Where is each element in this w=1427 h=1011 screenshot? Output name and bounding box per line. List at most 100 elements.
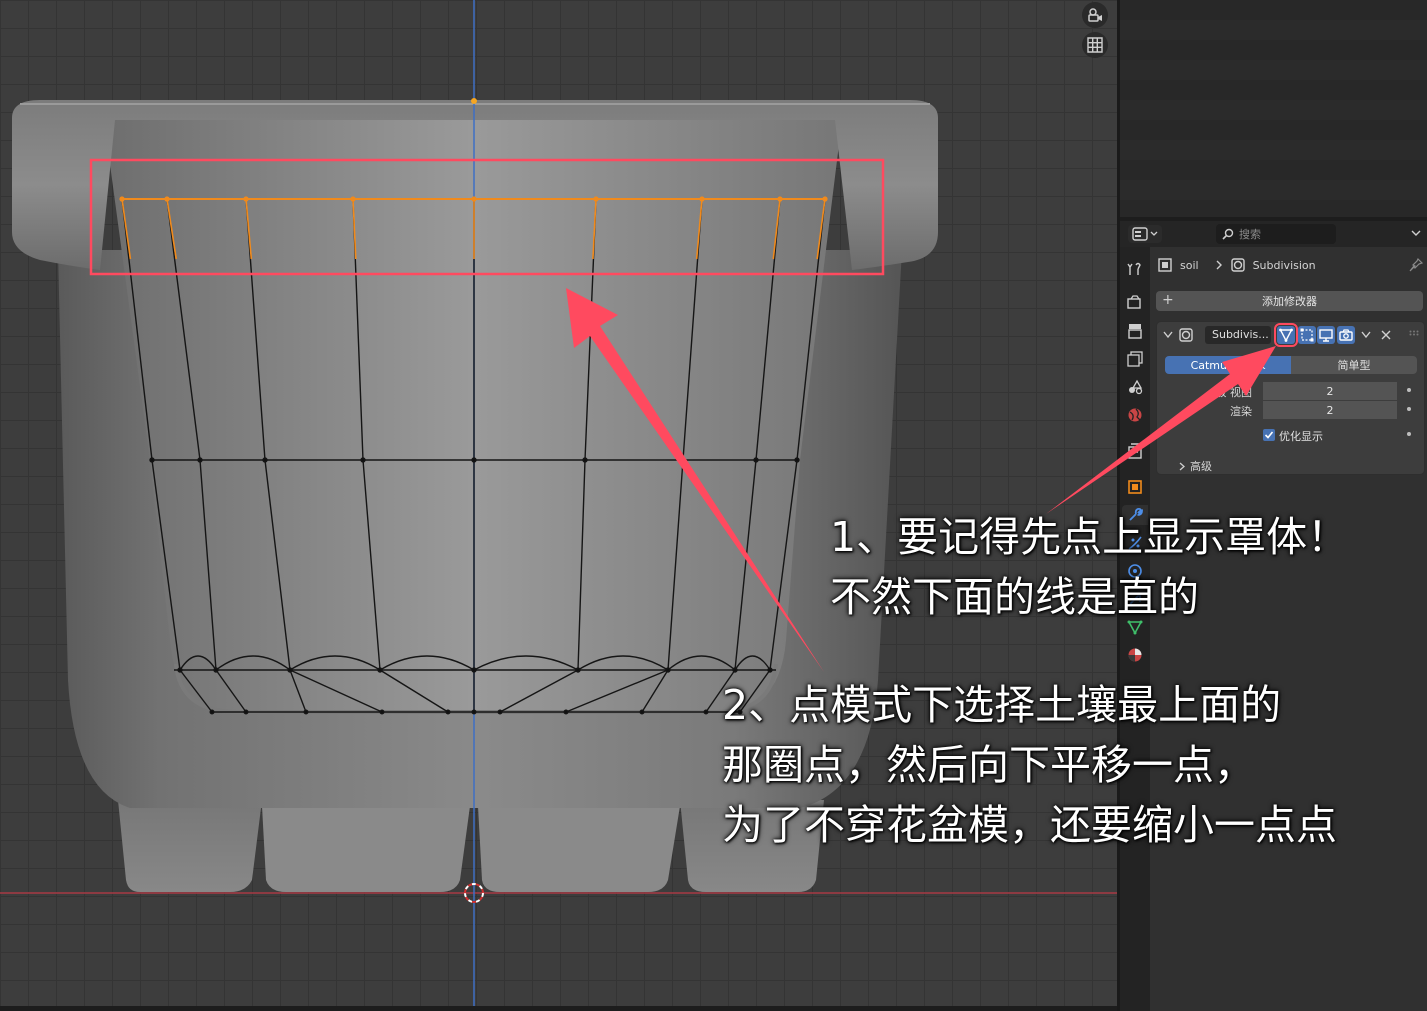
tab-output[interactable]	[1125, 321, 1145, 341]
tab-render[interactable]	[1125, 293, 1145, 313]
annotation-note-1: 1、要记得先点上显示罩体！ 不然下面的线是直的	[830, 507, 1348, 627]
subdivision-type-selector: Catmull-Clark 简单型	[1165, 356, 1417, 374]
add-modifier-button[interactable]: + 添加修改器	[1156, 291, 1423, 311]
tab-collection[interactable]	[1125, 441, 1145, 461]
cage-vertex	[177, 667, 183, 673]
selected-vertex	[350, 196, 356, 202]
cage-vertex	[379, 709, 385, 715]
cage-vertex	[360, 457, 366, 463]
viewport-display-toggle[interactable]	[1317, 326, 1335, 344]
pot-scene	[0, 0, 1117, 1006]
breadcrumb-modifier-name[interactable]: Subdivision	[1253, 259, 1316, 272]
view-layer-icon	[1127, 351, 1143, 367]
origin-point	[471, 98, 477, 104]
cage-vertex	[767, 667, 773, 673]
render-toggle[interactable]	[1337, 326, 1355, 344]
scene-icon	[1129, 379, 1143, 395]
material-icon	[1128, 648, 1142, 662]
selected-vertex	[593, 196, 599, 202]
note2-line1: 2、点模式下选择土壤最上面的	[722, 681, 1282, 729]
chevron-down-icon	[1150, 231, 1158, 236]
cage-vertex	[445, 709, 451, 715]
properties-editor-icon	[1132, 227, 1148, 241]
cage-vertex	[575, 667, 581, 673]
pin-icon[interactable]	[1409, 258, 1423, 272]
cage-vertex	[377, 667, 383, 673]
edit-mode-icon	[1300, 328, 1314, 342]
selected-vertex	[822, 196, 828, 202]
cage-vertex	[680, 457, 686, 463]
catmull-clark-option[interactable]: Catmull-Clark	[1165, 356, 1291, 374]
pot-inner-wall	[104, 120, 842, 712]
simple-option[interactable]: 简单型	[1291, 356, 1417, 374]
search-icon	[1222, 228, 1234, 240]
keyframe-dot-icon[interactable]	[1407, 407, 1411, 411]
cage-vertex	[197, 457, 203, 463]
selected-vertex	[164, 196, 170, 202]
search-input[interactable]: 搜索	[1216, 224, 1336, 244]
plus-icon: +	[1162, 292, 1174, 308]
pot-feet	[118, 800, 824, 892]
properties-header: 搜索	[1120, 221, 1427, 247]
properties-tab-column	[1120, 247, 1150, 1011]
status-bar	[0, 1006, 1117, 1011]
optimal-display-row: 优化显示	[1157, 426, 1424, 444]
options-chevron-icon[interactable]	[1411, 230, 1421, 237]
tab-object[interactable]	[1125, 477, 1145, 497]
render-levels-row: 渲染 2	[1157, 401, 1424, 419]
tab-tool[interactable]	[1125, 259, 1145, 279]
cage-vertex	[665, 667, 671, 673]
add-modifier-label: 添加修改器	[1262, 295, 1317, 308]
keyframe-dot-icon[interactable]	[1407, 388, 1411, 392]
drag-handle-icon[interactable]	[1409, 330, 1419, 336]
subdivision-modifier-panel: Subdivis... Catmull-Clark 简单型 级 视图 2 渲染 …	[1156, 321, 1425, 475]
note1-line1: 1、要记得先点上显示罩体！	[830, 513, 1349, 561]
cage-vertex	[497, 709, 503, 715]
editor-type-dropdown[interactable]	[1128, 225, 1162, 243]
cage-vertex	[471, 457, 477, 463]
close-icon[interactable]	[1381, 330, 1391, 340]
tab-view-layer[interactable]	[1125, 349, 1145, 369]
cage-vertex	[471, 667, 477, 673]
render-levels-field[interactable]: 2	[1263, 401, 1397, 419]
note2-line2: 那圈点，然后向下平移一点，	[722, 741, 1255, 789]
levels-viewport-row: 级 视图 2	[1157, 382, 1424, 400]
modifier-header: Subdivis...	[1157, 322, 1424, 348]
cage-vertex	[732, 667, 738, 673]
cage-vertex	[582, 457, 588, 463]
render-icon	[1127, 295, 1141, 309]
optimal-display-checkbox[interactable]	[1263, 429, 1275, 441]
render-levels-label: 渲染	[1230, 405, 1252, 418]
breadcrumb-object-name[interactable]: soil	[1180, 259, 1199, 272]
chevron-right-icon	[1179, 462, 1185, 470]
advanced-label: 高级	[1190, 460, 1212, 473]
edit-mode-toggle[interactable]	[1298, 326, 1316, 344]
cage-vertex	[209, 709, 215, 715]
levels-viewport-field[interactable]: 2	[1263, 382, 1397, 400]
cage-vertex	[794, 457, 800, 463]
grid-toggle-icon	[1087, 37, 1103, 53]
output-icon	[1128, 324, 1142, 339]
selected-vertex	[699, 196, 705, 202]
keyframe-dot-icon[interactable]	[1407, 432, 1411, 436]
grid-toggle-button[interactable]	[1082, 32, 1108, 58]
cage-vertex	[639, 709, 645, 715]
tab-scene[interactable]	[1125, 377, 1145, 397]
modifier-menu-chevron-icon[interactable]	[1361, 331, 1371, 339]
cage-vertex	[262, 457, 268, 463]
selected-vertex	[471, 196, 477, 202]
advanced-subpanel-header[interactable]: 高级	[1179, 458, 1212, 474]
cage-vertex	[287, 667, 293, 673]
3d-viewport[interactable]	[0, 0, 1117, 1006]
modifier-name-field[interactable]: Subdivis...	[1205, 326, 1271, 344]
collapse-chevron-icon[interactable]	[1163, 331, 1173, 339]
breadcrumb: soil Subdivision	[1158, 255, 1423, 275]
tab-world[interactable]	[1125, 405, 1145, 425]
camera-view-button[interactable]	[1082, 2, 1108, 28]
note1-line2: 不然下面的线是直的	[830, 573, 1199, 621]
on-cage-toggle[interactable]	[1274, 323, 1298, 347]
object-icon	[1128, 480, 1142, 494]
cage-vertex	[213, 667, 219, 673]
tab-material[interactable]	[1125, 645, 1145, 665]
outliner-area[interactable]	[1120, 0, 1427, 217]
